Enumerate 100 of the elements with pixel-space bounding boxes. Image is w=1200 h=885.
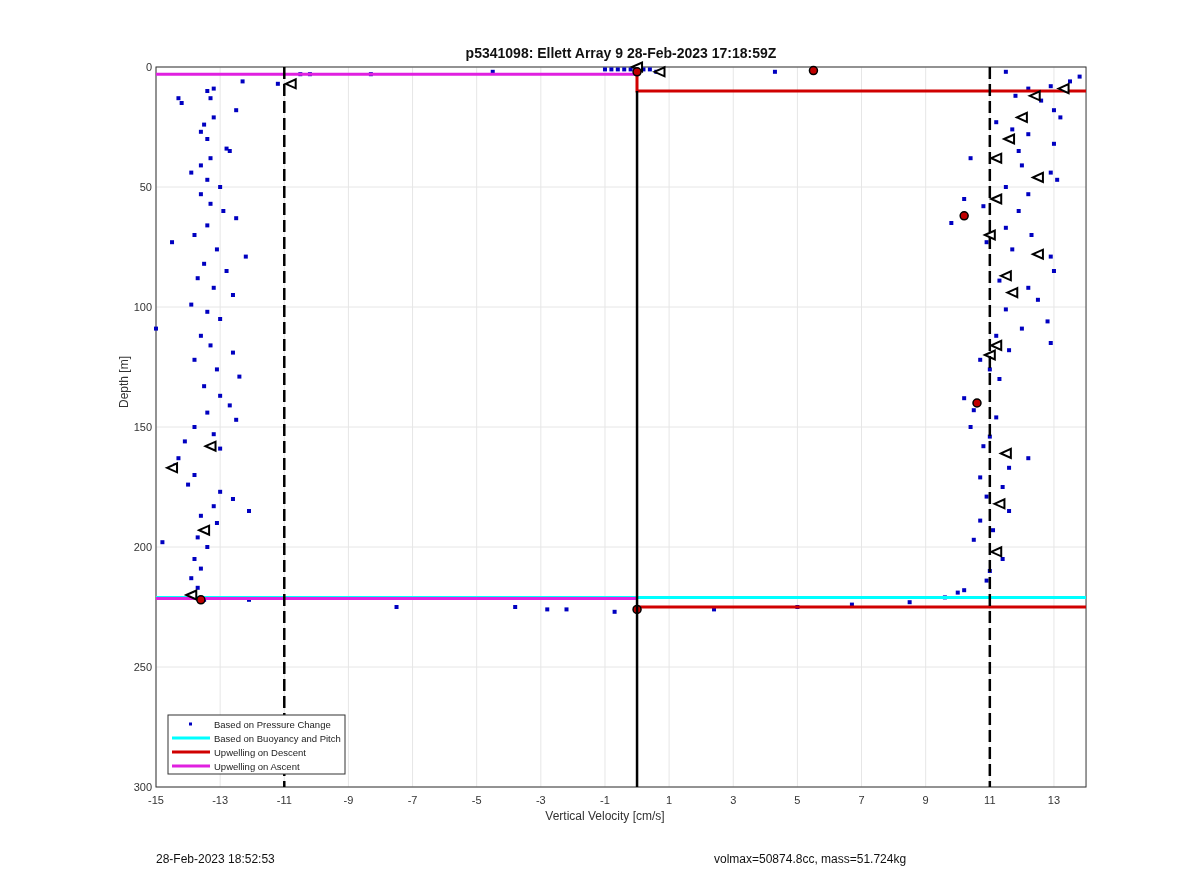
x-tick-label: 1 [666,794,673,806]
data-point [978,357,983,362]
legend-swatch [189,722,192,726]
legend-swatch [172,764,210,768]
data-point [1000,485,1005,489]
data-point [1026,192,1031,197]
data-point [978,475,983,480]
data-point [192,357,197,362]
data-point [198,566,203,571]
data-point [202,122,207,127]
data-point [224,269,229,273]
x-tick-label: -15 [148,794,164,806]
data-point [211,115,216,120]
triangle-marker [988,545,1003,558]
data-point [211,285,216,290]
data-point [205,309,210,314]
data-point [214,247,219,252]
data-point [1048,254,1053,259]
triangle-marker [1030,171,1044,184]
data-point [192,473,197,477]
triangle-marker [652,65,666,78]
x-tick-label: -11 [276,794,292,806]
data-point [971,537,976,542]
data-point [189,302,194,307]
data-point [997,278,1002,283]
data-point [1029,233,1034,237]
data-point [186,482,191,487]
data-point [984,494,989,499]
data-point [208,201,213,206]
data-point [1019,163,1024,168]
triangle-marker [283,77,297,90]
data-point [1048,170,1053,175]
data-point [962,197,967,201]
data-point [154,326,158,331]
triangle-marker [1004,286,1019,299]
data-point [221,209,226,213]
data-point [192,233,197,237]
x-tick-label: 3 [730,794,737,806]
data-point [214,521,219,525]
data-point [1026,86,1031,91]
data-point [205,410,210,415]
triangle-marker [183,588,198,602]
data-point [1055,177,1060,182]
data-point [1026,285,1031,290]
data-point [984,240,989,245]
data-point [849,602,854,607]
data-point [612,609,617,614]
data-point [962,396,967,401]
y-tick-label: 0 [145,61,152,73]
data-point [205,137,210,141]
legend-label: Upwelling on Ascent [214,760,300,772]
data-point [230,497,235,501]
triangle-marker [982,228,996,242]
data-point [1000,557,1005,561]
data-point [1016,149,1021,153]
triangle-marker [196,524,211,537]
data-point [603,67,607,72]
data-point [198,333,203,338]
triangle-marker [164,461,179,474]
data-point [1016,209,1021,213]
data-point [712,607,716,612]
data-point [198,163,203,168]
triangle-marker [998,269,1012,282]
dot-marker [632,604,642,615]
data-point [564,607,569,612]
data-point [1048,84,1053,89]
data-point [195,585,200,590]
data-point [195,276,200,281]
data-point [198,513,203,518]
y-tick-label: 150 [133,421,152,433]
x-tick-label: -1 [600,794,610,806]
data-point [1003,225,1008,230]
triangle-marker [1056,82,1070,95]
data-point [208,96,213,101]
data-point [234,216,239,221]
data-point [230,350,235,355]
data-point [490,69,495,74]
triangle-marker [1001,132,1016,146]
data-point [275,81,280,86]
triangle-marker [982,348,996,362]
triangle-marker [1014,111,1028,124]
data-point [1007,348,1012,353]
y-tick-label: 300 [133,781,152,793]
data-point [176,456,181,461]
data-point [192,557,197,561]
data-point [227,403,232,408]
data-point [195,535,200,540]
data-point [237,374,242,379]
data-point [1007,509,1012,513]
data-point [205,545,210,549]
data-point [984,578,989,583]
data-point [1051,269,1056,273]
data-point [1019,326,1024,331]
data-point [994,415,999,420]
data-point [997,377,1002,381]
triangle-marker [988,339,1003,352]
data-point [202,384,207,389]
x-tick-label: 11 [984,794,996,806]
data-point [211,432,216,437]
y-axis-label: Depth [m] [117,356,131,408]
